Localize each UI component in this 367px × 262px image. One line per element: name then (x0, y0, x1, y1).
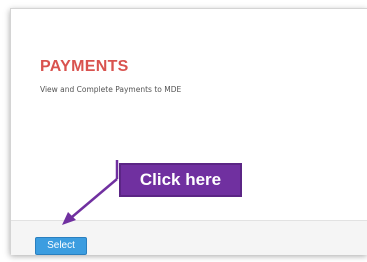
payments-card: PAYMENTS View and Complete Payments to M… (10, 8, 367, 255)
screenshot-canvas: PAYMENTS View and Complete Payments to M… (0, 0, 367, 262)
click-here-callout: Click here (119, 163, 242, 197)
card-title: PAYMENTS (40, 58, 129, 75)
card-footer: Select (11, 220, 367, 255)
card-description: View and Complete Payments to MDE (40, 85, 182, 94)
select-button[interactable]: Select (35, 237, 87, 255)
